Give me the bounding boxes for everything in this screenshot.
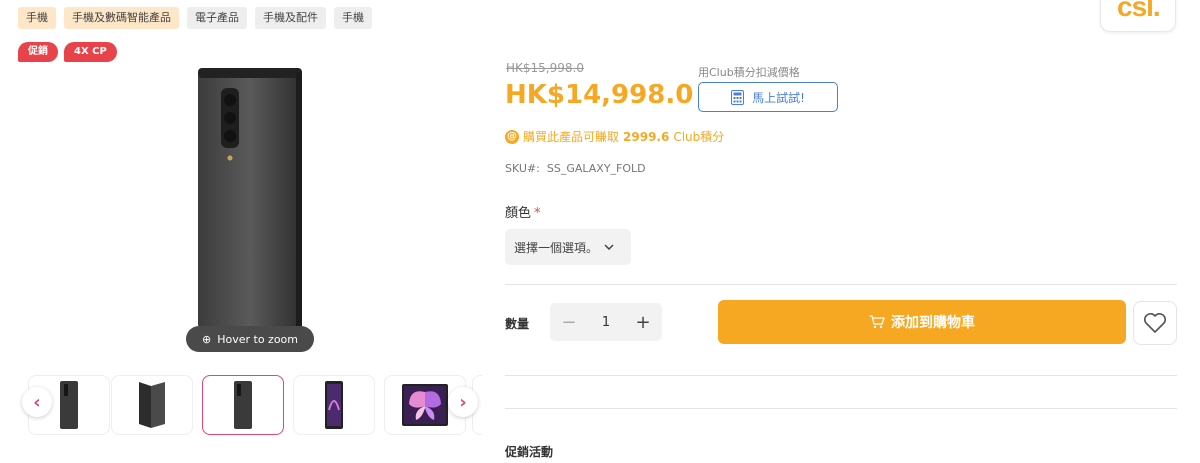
quantity-decrease-button[interactable]: −	[550, 303, 588, 341]
chevron-left-icon: ‹	[33, 391, 41, 413]
product-main-image[interactable]	[196, 66, 304, 334]
add-to-cart-label: 添加到購物車	[891, 315, 975, 331]
sku-value: SS_GALAXY_FOLD	[546, 162, 646, 175]
breadcrumb: 手機 手機及數碼智能產品 電子產品 手機及配件 手機	[18, 7, 372, 29]
hover-to-zoom-hint: ⊕ Hover to zoom	[186, 326, 314, 352]
club-points-icon: @	[505, 129, 519, 144]
earn-points-value: 2999.6	[623, 129, 670, 144]
thumbnail-next-button[interactable]: ›	[448, 387, 478, 417]
calculator-icon	[731, 89, 745, 105]
cart-icon	[869, 315, 885, 329]
quantity-stepper: − 1 +	[550, 303, 662, 341]
zoom-hint-text: Hover to zoom	[217, 332, 298, 346]
wishlist-button[interactable]	[1133, 301, 1177, 345]
club-points-label: 用Club積分扣減價格	[698, 66, 800, 79]
quantity-value[interactable]: 1	[588, 315, 624, 330]
breadcrumb-tag[interactable]: 手機及配件	[255, 7, 326, 29]
promo-badge: 促銷	[18, 42, 58, 62]
chevron-down-icon	[604, 244, 614, 250]
breadcrumb-tag[interactable]: 手機及數碼智能產品	[64, 7, 179, 29]
breadcrumb-tag[interactable]: 電子產品	[187, 7, 247, 29]
thumbnail[interactable]	[293, 375, 375, 435]
brand-logo[interactable]: csl.	[1100, 0, 1176, 32]
thumbnail-active[interactable]	[202, 375, 284, 435]
color-option-label: 顏色 *	[505, 202, 541, 221]
zoom-icon: ⊕	[201, 332, 212, 346]
required-mark: *	[534, 206, 541, 221]
sku-label: SKU#:	[505, 162, 540, 175]
thumbnail-phone-back	[234, 381, 252, 429]
color-select-value: 選擇一個選項。	[514, 240, 599, 255]
try-club-points-button[interactable]: 馬上試試!	[698, 82, 838, 112]
color-select[interactable]: 選擇一個選項。	[505, 229, 631, 265]
cp-badge: 4X CP	[64, 42, 117, 62]
quantity-increase-button[interactable]: +	[624, 303, 662, 341]
promo-badges: 促銷 4X CP	[18, 42, 117, 62]
earn-points-info: @ 購買此產品可賺取 2999.6 Club積分	[505, 128, 724, 145]
thumbnail-phone-folded	[139, 382, 165, 428]
earn-suffix: Club積分	[673, 130, 725, 144]
thumbnail-prev-button[interactable]: ‹	[22, 387, 52, 417]
current-price: HK$14,998.0	[505, 80, 694, 110]
chevron-right-icon: ›	[459, 391, 467, 413]
minus-icon: −	[561, 311, 577, 333]
sku: SKU#: SS_GALAXY_FOLD	[505, 162, 646, 175]
divider	[505, 375, 1177, 376]
thumbnail-phone-front	[325, 381, 343, 429]
original-price: HK$15,998.0	[506, 61, 584, 75]
add-to-cart-button[interactable]: 添加到購物車	[718, 300, 1126, 344]
divider	[505, 284, 1177, 285]
product-page: 手機 手機及數碼智能產品 電子產品 手機及配件 手機 csl. 促銷 4X CP…	[0, 0, 1200, 463]
breadcrumb-tag[interactable]: 手機	[18, 7, 56, 29]
thumbnail-phone-back	[60, 381, 78, 429]
breadcrumb-tag[interactable]: 手機	[334, 7, 372, 29]
promotions-title: 促銷活動	[505, 445, 554, 459]
quantity-label: 數量	[505, 317, 530, 331]
thumbnail-strip	[20, 375, 482, 437]
thumbnail-phone-unfolded	[402, 384, 448, 426]
heart-icon	[1144, 313, 1166, 333]
color-label-text: 顏色	[505, 206, 532, 221]
divider	[505, 408, 1177, 409]
thumbnail[interactable]	[111, 375, 193, 435]
brand-logo-text: csl.	[1117, 0, 1161, 22]
earn-prefix: 購買此產品可賺取	[523, 130, 620, 144]
try-club-points-label: 馬上試試!	[752, 90, 805, 105]
plus-icon: +	[635, 311, 651, 333]
